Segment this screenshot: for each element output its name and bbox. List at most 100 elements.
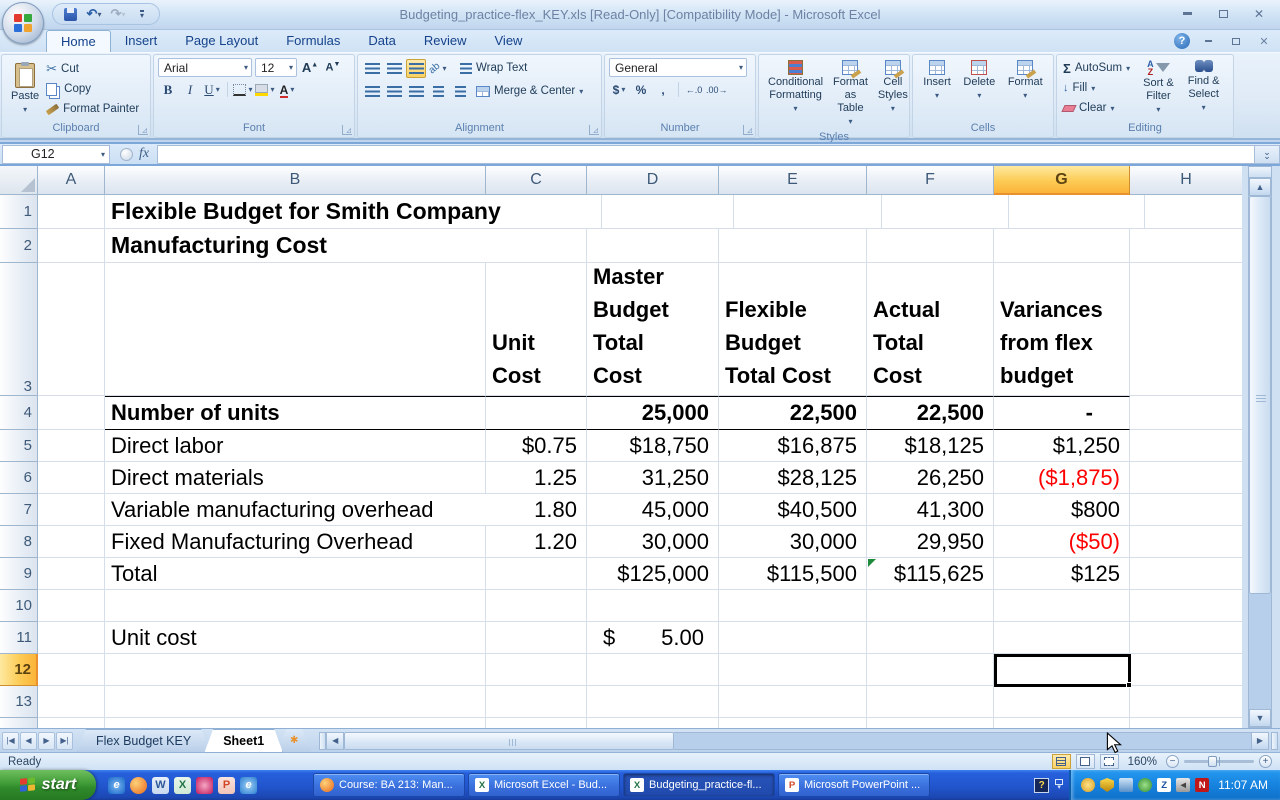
cell-h12[interactable] bbox=[1130, 654, 1242, 686]
taskbar-button-excel[interactable]: X Microsoft Excel - Bud... bbox=[468, 773, 620, 797]
cancel-entry-button[interactable] bbox=[120, 147, 133, 161]
cell-g10[interactable] bbox=[994, 590, 1130, 622]
cell-d13[interactable] bbox=[587, 686, 719, 718]
number-dialog-launcher[interactable] bbox=[743, 125, 753, 135]
middle-align-button[interactable] bbox=[384, 59, 404, 78]
cell-g1[interactable] bbox=[1008, 195, 1145, 229]
fill-button[interactable]: ↓ Fill ▾ bbox=[1061, 78, 1132, 98]
cell-e5[interactable]: $16,875 bbox=[719, 430, 867, 462]
align-right-button[interactable] bbox=[406, 82, 426, 101]
merge-center-button[interactable]: Merge & Center ▾ bbox=[474, 81, 585, 101]
row-header-5[interactable]: 5 bbox=[0, 430, 38, 462]
clipboard-dialog-launcher[interactable] bbox=[138, 125, 148, 135]
cell-e11[interactable] bbox=[719, 622, 867, 654]
cell-d11[interactable]: $ 5.00 bbox=[587, 622, 719, 654]
cell-g9[interactable]: $125 bbox=[994, 558, 1130, 590]
cell-e3-header[interactable]: Flexible Budget Total Cost bbox=[719, 263, 867, 396]
tab-insert[interactable]: Insert bbox=[111, 30, 172, 52]
cell-f7[interactable]: 41,300 bbox=[867, 494, 994, 526]
wrap-text-button[interactable]: Wrap Text bbox=[458, 58, 529, 78]
column-header-f[interactable]: F bbox=[867, 166, 994, 195]
cell-h5[interactable] bbox=[1130, 430, 1242, 462]
row-header-9[interactable]: 9 bbox=[0, 558, 38, 590]
decrease-indent-button[interactable] bbox=[428, 82, 448, 101]
font-dialog-launcher[interactable] bbox=[342, 125, 352, 135]
top-align-button[interactable] bbox=[362, 59, 382, 78]
accounting-format-button[interactable]: $ ▾ bbox=[609, 80, 629, 99]
orientation-button[interactable]: ab ▾ bbox=[427, 59, 448, 78]
row-header-11[interactable]: 11 bbox=[0, 622, 38, 654]
cell-a1[interactable] bbox=[38, 195, 105, 229]
decrease-decimal-button[interactable]: .00→ bbox=[706, 80, 728, 99]
cut-button[interactable]: ✂ Cut bbox=[44, 59, 141, 79]
cell-a12[interactable] bbox=[38, 654, 105, 686]
cell-e2[interactable] bbox=[719, 229, 867, 263]
bottom-align-button[interactable] bbox=[406, 58, 426, 78]
tray-icon-z[interactable]: Z bbox=[1157, 778, 1172, 792]
resize-grip[interactable] bbox=[1271, 731, 1278, 750]
cell-f9[interactable]: $115,625 bbox=[867, 558, 994, 590]
cell-h14[interactable] bbox=[1130, 718, 1242, 728]
row-header-4[interactable]: 4 bbox=[0, 396, 38, 430]
workbook-restore-button[interactable] bbox=[1226, 35, 1246, 48]
tab-review[interactable]: Review bbox=[410, 30, 481, 52]
row-header-1[interactable]: 1 bbox=[0, 195, 38, 229]
cell-a9[interactable] bbox=[38, 558, 105, 590]
row-header-6[interactable]: 6 bbox=[0, 462, 38, 494]
cell-d4[interactable]: 25,000 bbox=[587, 396, 719, 430]
cell-b5[interactable]: Direct labor bbox=[105, 430, 486, 462]
cell-a14[interactable] bbox=[38, 718, 105, 728]
cell-b10[interactable] bbox=[105, 590, 486, 622]
cell-c11[interactable] bbox=[486, 622, 587, 654]
autosum-button[interactable]: Σ AutoSum ▾ bbox=[1061, 58, 1132, 78]
vertical-split-handle[interactable] bbox=[1249, 167, 1271, 178]
tab-data[interactable]: Data bbox=[354, 30, 409, 52]
column-header-g-selected[interactable]: G bbox=[994, 166, 1130, 195]
cell-c8[interactable]: 1.20 bbox=[486, 526, 587, 558]
cell-c13[interactable] bbox=[486, 686, 587, 718]
cell-b14[interactable] bbox=[105, 718, 486, 728]
workbook-close-button[interactable]: ✕ bbox=[1254, 35, 1274, 48]
cell-b12[interactable] bbox=[105, 654, 486, 686]
cell-h7[interactable] bbox=[1130, 494, 1242, 526]
cell-f1[interactable] bbox=[881, 195, 1009, 229]
close-button[interactable]: ✕ bbox=[1246, 6, 1272, 21]
next-sheet-button[interactable]: ▶ bbox=[38, 731, 55, 750]
fill-handle[interactable] bbox=[1126, 682, 1132, 688]
quick-launch-app-icon[interactable] bbox=[196, 776, 213, 794]
cell-f14[interactable] bbox=[867, 718, 994, 728]
cell-b2-title[interactable]: Manufacturing Cost bbox=[105, 229, 486, 263]
cell-b6[interactable]: Direct materials bbox=[105, 462, 486, 494]
percent-style-button[interactable]: % bbox=[631, 80, 651, 99]
insert-worksheet-tab[interactable]: ✱ bbox=[277, 729, 311, 752]
row-header-12-selected[interactable]: 12 bbox=[0, 654, 38, 686]
cell-c1[interactable] bbox=[500, 195, 602, 229]
column-header-c[interactable]: C bbox=[486, 166, 587, 195]
paste-button[interactable]: Paste ▾ bbox=[6, 58, 44, 121]
row-header-13[interactable]: 13 bbox=[0, 686, 38, 718]
clear-button[interactable]: Clear ▾ bbox=[1061, 98, 1132, 118]
cell-a2[interactable] bbox=[38, 229, 105, 263]
last-sheet-button[interactable]: ▶| bbox=[56, 731, 73, 750]
zoom-in-button[interactable]: + bbox=[1259, 755, 1272, 768]
cell-d14[interactable] bbox=[587, 718, 719, 728]
office-button[interactable] bbox=[2, 2, 44, 44]
cell-styles-button[interactable]: Cell Styles ▾ bbox=[873, 58, 913, 130]
help-tray-icon[interactable]: ? bbox=[1034, 777, 1050, 793]
workbook-minimize-button[interactable] bbox=[1198, 35, 1218, 48]
row-header-7[interactable]: 7 bbox=[0, 494, 38, 526]
cell-h6[interactable] bbox=[1130, 462, 1242, 494]
cell-b8[interactable]: Fixed Manufacturing Overhead bbox=[105, 526, 486, 558]
scroll-left-button[interactable]: ◀ bbox=[326, 731, 345, 750]
cell-g11[interactable] bbox=[994, 622, 1130, 654]
cell-f3-header[interactable]: Actual Total Cost bbox=[867, 263, 994, 396]
tray-icon-n[interactable]: N bbox=[1195, 778, 1210, 792]
zoom-level[interactable]: 160% bbox=[1128, 756, 1157, 768]
cell-b9[interactable]: Total bbox=[105, 558, 486, 590]
cell-d3-header[interactable]: Master Budget Total Cost bbox=[587, 263, 719, 396]
font-name-combo[interactable]: Arial ▾ bbox=[158, 58, 252, 77]
cell-h13[interactable] bbox=[1130, 686, 1242, 718]
copy-button[interactable]: Copy bbox=[44, 79, 141, 99]
cell-d6[interactable]: 31,250 bbox=[587, 462, 719, 494]
formula-input[interactable] bbox=[157, 144, 1254, 164]
